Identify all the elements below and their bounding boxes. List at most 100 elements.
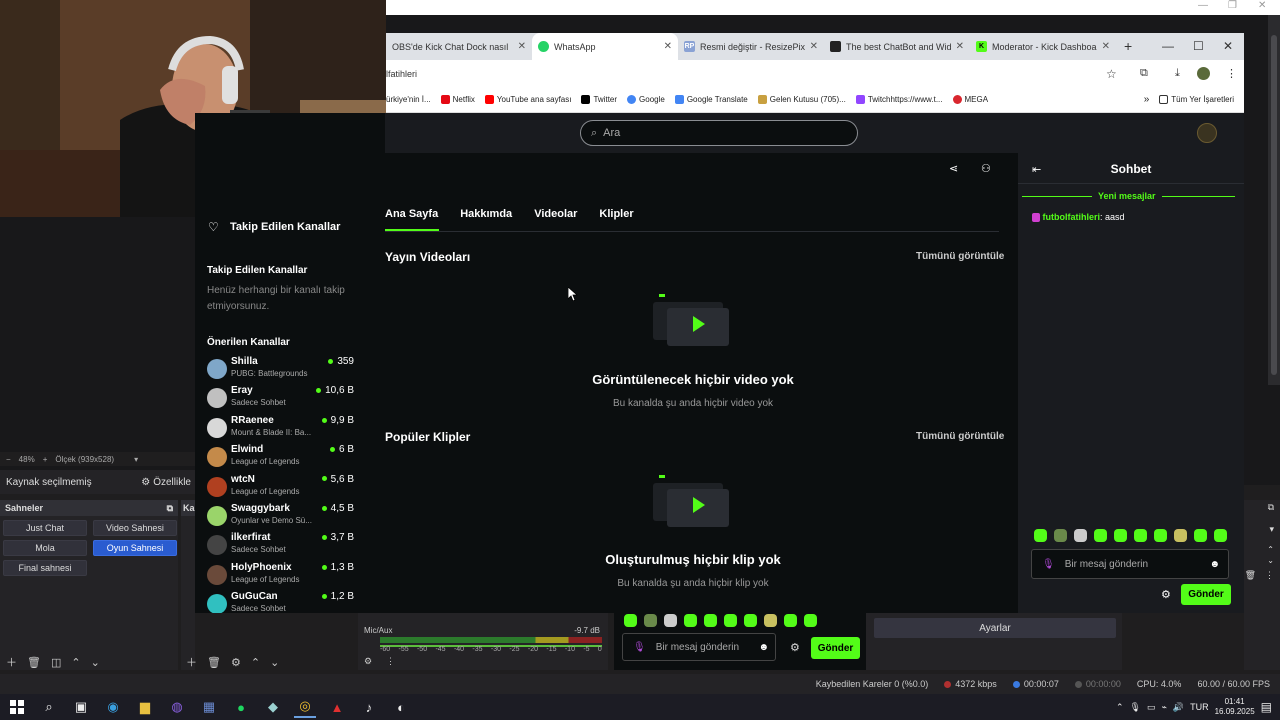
up-arrow-icon[interactable]: ⌃ [71, 656, 80, 669]
chrome-icon[interactable]: ◎ [294, 696, 316, 718]
emote-icon[interactable] [1174, 529, 1187, 542]
scene-mola[interactable]: Mola [3, 540, 87, 556]
emote-icon[interactable] [1134, 529, 1147, 542]
tab-whatsapp[interactable]: WhatsApp ✕ [532, 33, 678, 60]
chat-settings-icon[interactable]: ⚙ [790, 641, 800, 654]
settings-button[interactable]: Ayarlar [874, 618, 1116, 638]
mixer-menu-icon[interactable]: ⋮ [386, 656, 395, 667]
menu-icon[interactable]: ⋮ [1226, 67, 1237, 80]
trash-icon[interactable]: 🗑 [27, 656, 41, 669]
bookmark[interactable]: ürkiye'nin İ... [386, 95, 431, 104]
emote-icon[interactable] [1074, 529, 1087, 542]
obs-icon[interactable]: ◐ [390, 696, 412, 718]
follow-user-icon[interactable]: ⚇ [981, 162, 991, 175]
emote-icon[interactable] [664, 614, 677, 627]
restore-icon[interactable]: ❐ [1228, 0, 1237, 11]
notification-icon[interactable]: ▤ [1261, 700, 1272, 714]
tab-videos[interactable]: Videolar [534, 208, 577, 220]
tab-kick-dashboard[interactable]: K Moderator - Kick Dashboard ✕ [970, 33, 1116, 60]
emote-icon[interactable] [684, 614, 697, 627]
emote-icon[interactable] [624, 614, 637, 627]
emote-icon[interactable] [1214, 529, 1227, 542]
extensions-icon[interactable]: ⧉ [1140, 67, 1148, 80]
obs-send-button[interactable]: Gönder [811, 637, 860, 659]
bookmark[interactable]: Google [627, 95, 665, 105]
add-icon[interactable]: ＋ [6, 654, 17, 670]
profile-avatar[interactable] [1197, 67, 1210, 80]
discord-icon[interactable]: ◍ [166, 696, 188, 718]
emote-icon[interactable] [764, 614, 777, 627]
close-tab-icon[interactable]: ✕ [810, 41, 818, 52]
star-icon[interactable]: ☆ [1106, 67, 1117, 81]
tab-obs-kick[interactable]: OBS'de Kick Chat Dock nasıl ✕ [386, 33, 532, 60]
chevron-down-icon[interactable]: ▾ [134, 455, 138, 464]
scene-just-chat[interactable]: Just Chat [3, 520, 87, 536]
zoom-out-icon[interactable]: − [6, 455, 11, 464]
bookmark[interactable]: Netflix [440, 95, 475, 105]
obs-scrollbar[interactable] [1268, 15, 1280, 385]
close-tab-icon[interactable]: ✕ [664, 41, 672, 52]
trash-icon[interactable]: 🗑 [1245, 570, 1256, 581]
close-icon[interactable]: ✕ [1223, 39, 1233, 53]
tab-home[interactable]: Ana Sayfa [385, 208, 438, 220]
capcut-icon[interactable]: ♪ [358, 696, 380, 718]
tray-up-icon[interactable]: ⌃ [1116, 702, 1124, 713]
view-all-videos-link[interactable]: Tümünü görüntüle [916, 251, 1004, 262]
search-icon[interactable]: ⌕ [38, 696, 60, 718]
channel-item[interactable]: RRaenee Mount & Blade II: Ba... 9,9 B [207, 415, 383, 443]
file-explorer-icon[interactable]: ▆ [134, 696, 156, 718]
up-arrow-icon[interactable]: ⌃ [1267, 545, 1274, 554]
mic-icon[interactable]: 🎙 [633, 642, 646, 653]
channel-item[interactable]: Shilla PUBG: Battlegrounds 359 [207, 356, 383, 384]
bookmark[interactable]: Twitchhttps://www.t... [855, 95, 943, 105]
network-tray-icon[interactable]: ⌁ [1161, 702, 1166, 713]
tab-clips[interactable]: Klipler [599, 208, 633, 220]
emote-icon[interactable] [1054, 529, 1067, 542]
close-tab-icon[interactable]: ✕ [1102, 41, 1110, 52]
channel-item[interactable]: ilkerfirat Sadece Sohbet 3,7 B [207, 532, 383, 560]
emote-icon[interactable] [1194, 529, 1207, 542]
chat-input[interactable]: 🎙 Bir mesaj gönderin ☻ [1031, 549, 1229, 579]
scene-final[interactable]: Final sahnesi [3, 560, 87, 576]
view-all-clips-link[interactable]: Tümünü görüntüle [916, 431, 1004, 442]
windows-start-icon[interactable] [6, 696, 28, 718]
tab-chatbot[interactable]: The best ChatBot and Widg ✕ [824, 33, 970, 60]
emote-icon[interactable] [704, 614, 717, 627]
app-icon[interactable]: ◆ [262, 696, 284, 718]
minimize-icon[interactable]: — [1162, 39, 1174, 53]
scene-video[interactable]: Video Sahnesi [93, 520, 177, 536]
calculator-icon[interactable]: ▦ [198, 696, 220, 718]
volume-icon[interactable]: 🔊 [1173, 702, 1184, 713]
spotify-icon[interactable]: ● [230, 696, 252, 718]
channel-item[interactable]: wtcN League of Legends 5,6 B [207, 474, 383, 502]
user-avatar[interactable] [1197, 123, 1217, 143]
close-icon[interactable]: ✕ [1258, 0, 1266, 11]
menu-icon[interactable]: ⋮ [1265, 570, 1274, 581]
more-bookmarks-icon[interactable]: » [1144, 94, 1150, 105]
task-view-icon[interactable]: ▣ [70, 696, 92, 718]
chat-settings-icon[interactable]: ⚙ [1161, 588, 1171, 601]
bookmark[interactable]: YouTube ana sayfası [484, 95, 571, 105]
channel-item[interactable]: HolyPhoenix League of Legends 1,3 B [207, 562, 383, 590]
undock-icon[interactable]: ⧉ [167, 503, 173, 514]
source-down-icon[interactable]: ⌄ [270, 656, 279, 669]
undock-icon[interactable]: ⧉ [1268, 502, 1274, 513]
clock[interactable]: 01:41 16.09.2025 [1215, 697, 1255, 717]
emoji-icon[interactable]: ☻ [758, 642, 775, 653]
close-tab-icon[interactable]: ✕ [956, 41, 964, 52]
url-text[interactable]: lfatihleri [386, 69, 417, 79]
tab-about[interactable]: Hakkımda [460, 208, 512, 220]
close-tab-icon[interactable]: ✕ [518, 41, 526, 52]
send-button[interactable]: Gönder [1181, 584, 1231, 605]
add-source-icon[interactable]: ＋ [186, 654, 197, 670]
language-indicator[interactable]: TUR [1190, 702, 1209, 712]
emote-icon[interactable] [644, 614, 657, 627]
bookmark[interactable]: Google Translate [674, 95, 748, 105]
channel-item[interactable]: Swaggybark Oyunlar ve Demo Sü... 4,5 B [207, 503, 383, 531]
emote-icon[interactable] [784, 614, 797, 627]
download-icon[interactable]: ⤓ [1175, 67, 1180, 80]
mic-icon[interactable]: 🎙 [1042, 559, 1055, 570]
channel-item[interactable]: Elwind League of Legends 6 B [207, 444, 383, 472]
properties-button[interactable]: Özellikle [153, 477, 191, 488]
tab-resizepixel[interactable]: RP Resmi değiştir - ResizePixel ✕ [678, 33, 824, 60]
